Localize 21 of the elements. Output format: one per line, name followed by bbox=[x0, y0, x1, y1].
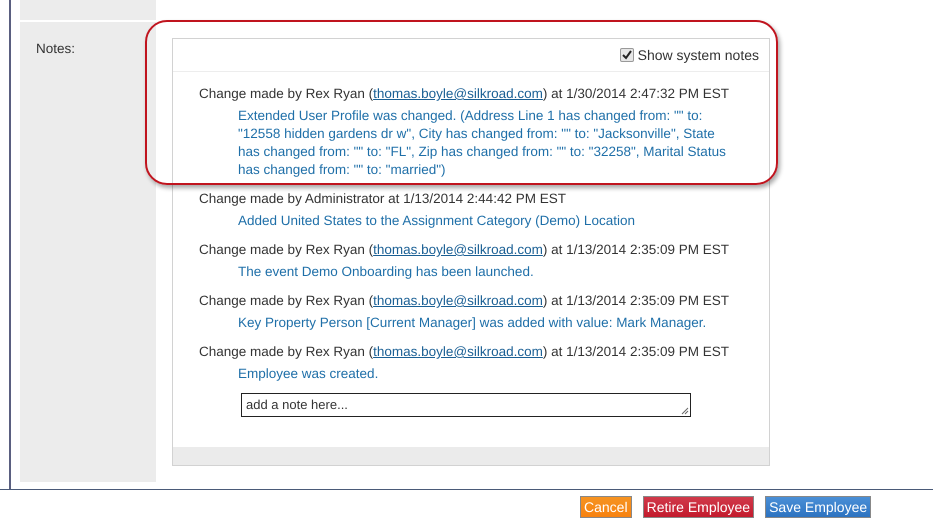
resize-grip-icon[interactable] bbox=[681, 407, 689, 415]
primary-button[interactable]: Save Employee bbox=[765, 496, 872, 518]
field-label: Notes: bbox=[36, 41, 76, 56]
note-detail: Key Property Person [Current Manager] was added with value: Mark Manager. bbox=[238, 314, 708, 332]
note-input-field[interactable]: add a note here... bbox=[241, 393, 691, 417]
note-detail: Employee was created. bbox=[238, 365, 380, 383]
danger-button[interactable]: Retire Employee bbox=[642, 496, 754, 518]
note-header: Change made by Rex Ryan (thomas.boyle@silkroad.com) at 1/13/2014 2:35:09 PM EST bbox=[199, 292, 730, 310]
show-system-notes-checkbox[interactable]: Show system notes bbox=[620, 47, 759, 63]
note-detail: Extended User Profile was changed. (Address Line 1 has changed from: "" to: "12558 hidden gardens dr w", City has changed from: "" to: "Jacksonville", State has changed from: "" to: "FL", Zip has changed from: "" to: "32258", Marital Status has changed from: "" to: "married") bbox=[238, 107, 727, 179]
note-detail: The event Demo Onboarding has been launched. bbox=[238, 263, 535, 281]
checkmark-icon bbox=[622, 50, 632, 60]
note-header: Change made by Rex Ryan (thomas.boyle@silkroad.com) at 1/13/2014 2:35:09 PM EST bbox=[199, 343, 730, 361]
note-header: Change made by Administrator at 1/13/2014 2:44:42 PM EST bbox=[199, 190, 567, 208]
email-link[interactable]: thomas.boyle@silkroad.com bbox=[373, 242, 543, 257]
email-link[interactable]: thomas.boyle@silkroad.com bbox=[373, 344, 543, 359]
note-detail: Added United States to the Assignment Category (Demo) Location bbox=[238, 212, 636, 230]
note-header: Change made by Rex Ryan (thomas.boyle@silkroad.com) at 1/13/2014 2:35:09 PM EST bbox=[199, 241, 730, 259]
email-link[interactable]: thomas.boyle@silkroad.com bbox=[373, 86, 543, 101]
email-link[interactable]: thomas.boyle@silkroad.com bbox=[373, 293, 543, 308]
note-header: Change made by Rex Ryan (thomas.boyle@silkroad.com) at 1/30/2014 2:47:32 PM EST bbox=[199, 85, 730, 103]
